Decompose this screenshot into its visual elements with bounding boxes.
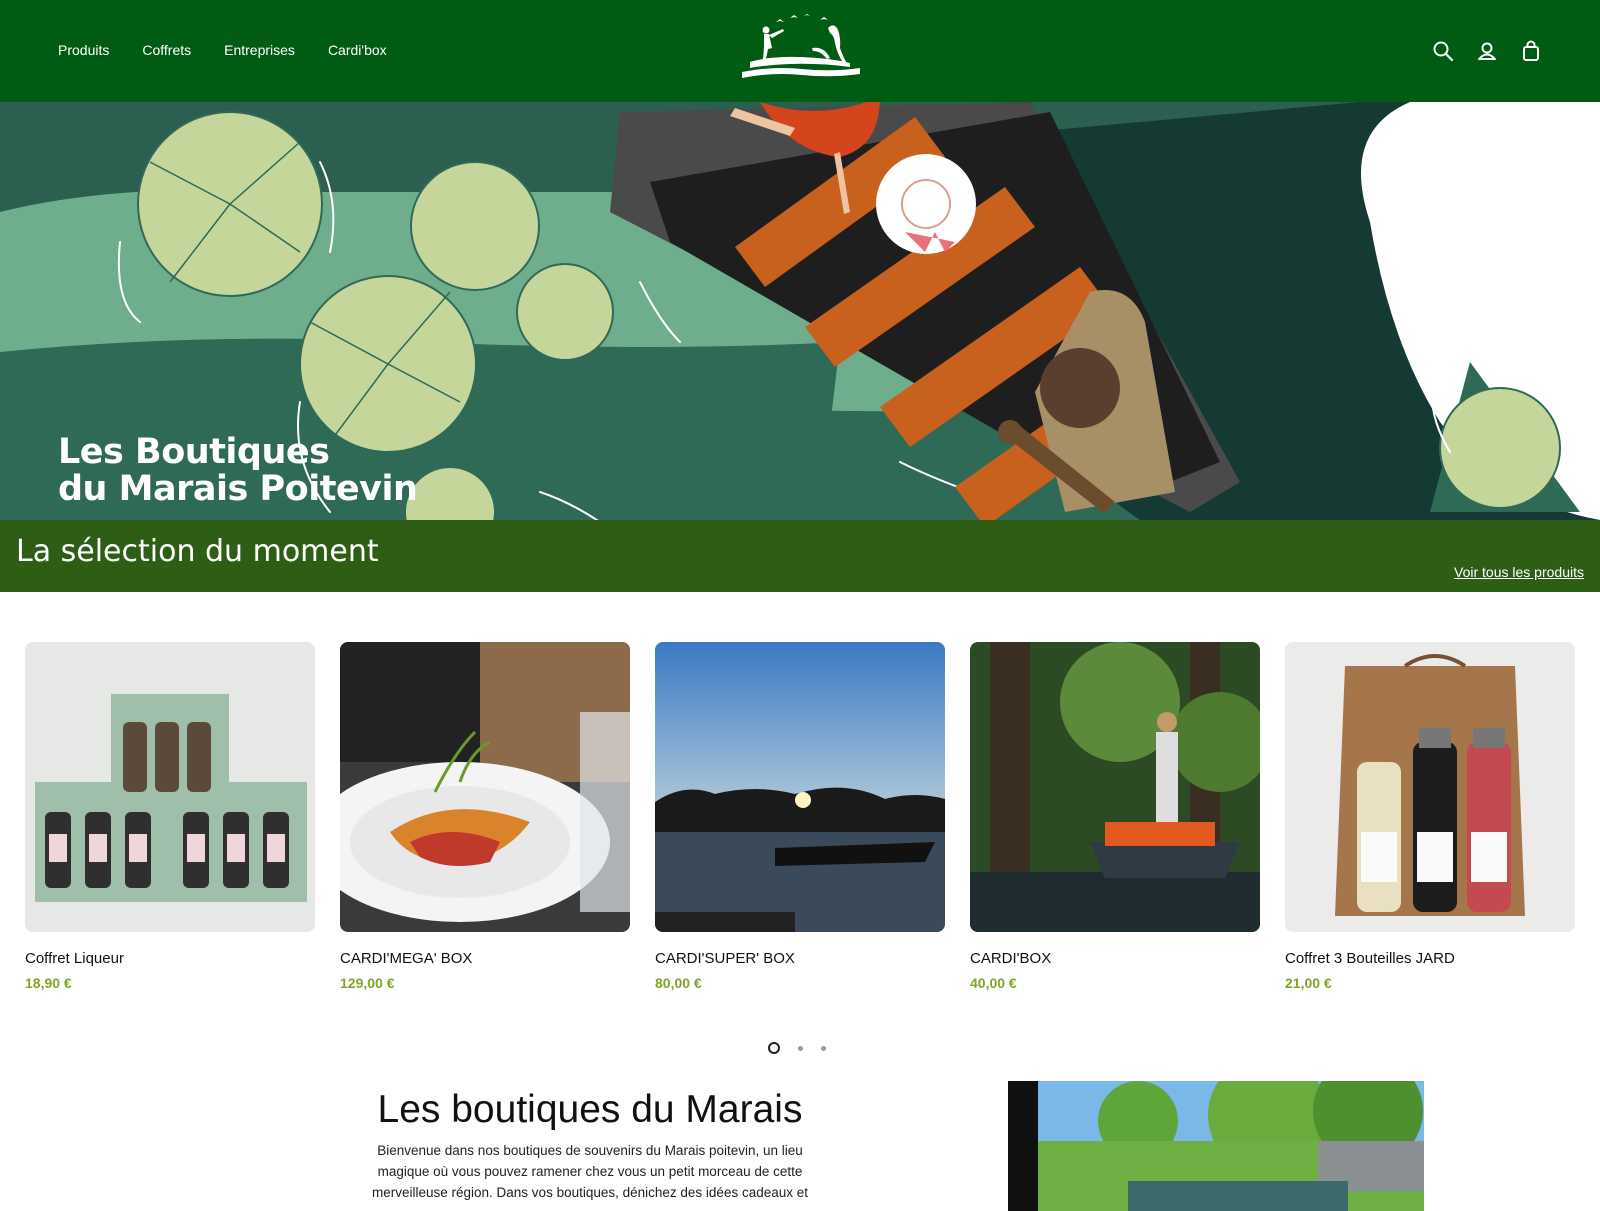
product-price: 40,00 €: [970, 975, 1017, 991]
product-card[interactable]: CARDI'BOX 40,00 €: [970, 642, 1260, 991]
product-card[interactable]: CARDI'MEGA' BOX 129,00 €: [340, 642, 630, 991]
product-card[interactable]: Coffret Liqueur 18,90 €: [25, 642, 315, 991]
main-nav: Produits Coffrets Entreprises Cardi'box: [58, 42, 387, 58]
about-photo: [1008, 1081, 1424, 1211]
carousel-dot-3[interactable]: [821, 1045, 826, 1051]
product-carousel: Coffret Liqueur 18,90 € CARDI'MEGA' BOX …: [25, 642, 1575, 991]
product-name[interactable]: CARDI'BOX: [970, 950, 1260, 967]
product-name[interactable]: Coffret 3 Bouteilles JARD: [1285, 950, 1575, 967]
product-name[interactable]: CARDI'MEGA' BOX: [340, 950, 630, 967]
cart-icon[interactable]: [1520, 40, 1542, 62]
account-icon[interactable]: [1476, 40, 1498, 62]
hero-banner: Les Boutiques du Marais Poitevin: [0, 102, 1600, 520]
product-card[interactable]: Coffret 3 Bouteilles JARD 21,00 €: [1285, 642, 1575, 991]
nav-coffrets[interactable]: Coffrets: [142, 42, 191, 58]
carousel-dot-2[interactable]: [798, 1045, 803, 1051]
product-price: 18,90 €: [25, 975, 72, 991]
hero-title: Les Boutiques du Marais Poitevin: [58, 432, 418, 509]
search-icon[interactable]: [1432, 40, 1454, 62]
carousel-dot-1[interactable]: [768, 1042, 780, 1054]
product-image[interactable]: [25, 642, 315, 932]
site-header: Produits Coffrets Entreprises Cardi'box: [0, 0, 1600, 102]
nav-cardibox[interactable]: Cardi'box: [328, 42, 387, 58]
product-price: 129,00 €: [340, 975, 395, 991]
carousel-pagination: [768, 1042, 826, 1054]
product-image[interactable]: [1285, 642, 1575, 932]
header-icons: [1432, 40, 1542, 62]
product-name[interactable]: Coffret Liqueur: [25, 950, 315, 967]
about-title: Les boutiques du Marais: [377, 1088, 803, 1131]
product-image[interactable]: [970, 642, 1260, 932]
product-price: 21,00 €: [1285, 975, 1332, 991]
selection-title: La sélection du moment: [16, 534, 379, 569]
product-name[interactable]: CARDI'SUPER' BOX: [655, 950, 945, 967]
nav-produits[interactable]: Produits: [58, 42, 109, 58]
logo-icon[interactable]: [742, 14, 860, 88]
selection-header: La sélection du moment Voir tous les pro…: [0, 520, 1600, 592]
hero-title-line2: du Marais Poitevin: [58, 469, 418, 509]
product-image[interactable]: [655, 642, 945, 932]
view-all-products-link[interactable]: Voir tous les produits: [1454, 564, 1584, 580]
product-price: 80,00 €: [655, 975, 702, 991]
nav-entreprises[interactable]: Entreprises: [224, 42, 295, 58]
product-card[interactable]: CARDI'SUPER' BOX 80,00 €: [655, 642, 945, 991]
product-image[interactable]: [340, 642, 630, 932]
about-text: Bienvenue dans nos boutiques de souvenir…: [371, 1143, 808, 1200]
hero-title-line1: Les Boutiques: [58, 432, 330, 472]
